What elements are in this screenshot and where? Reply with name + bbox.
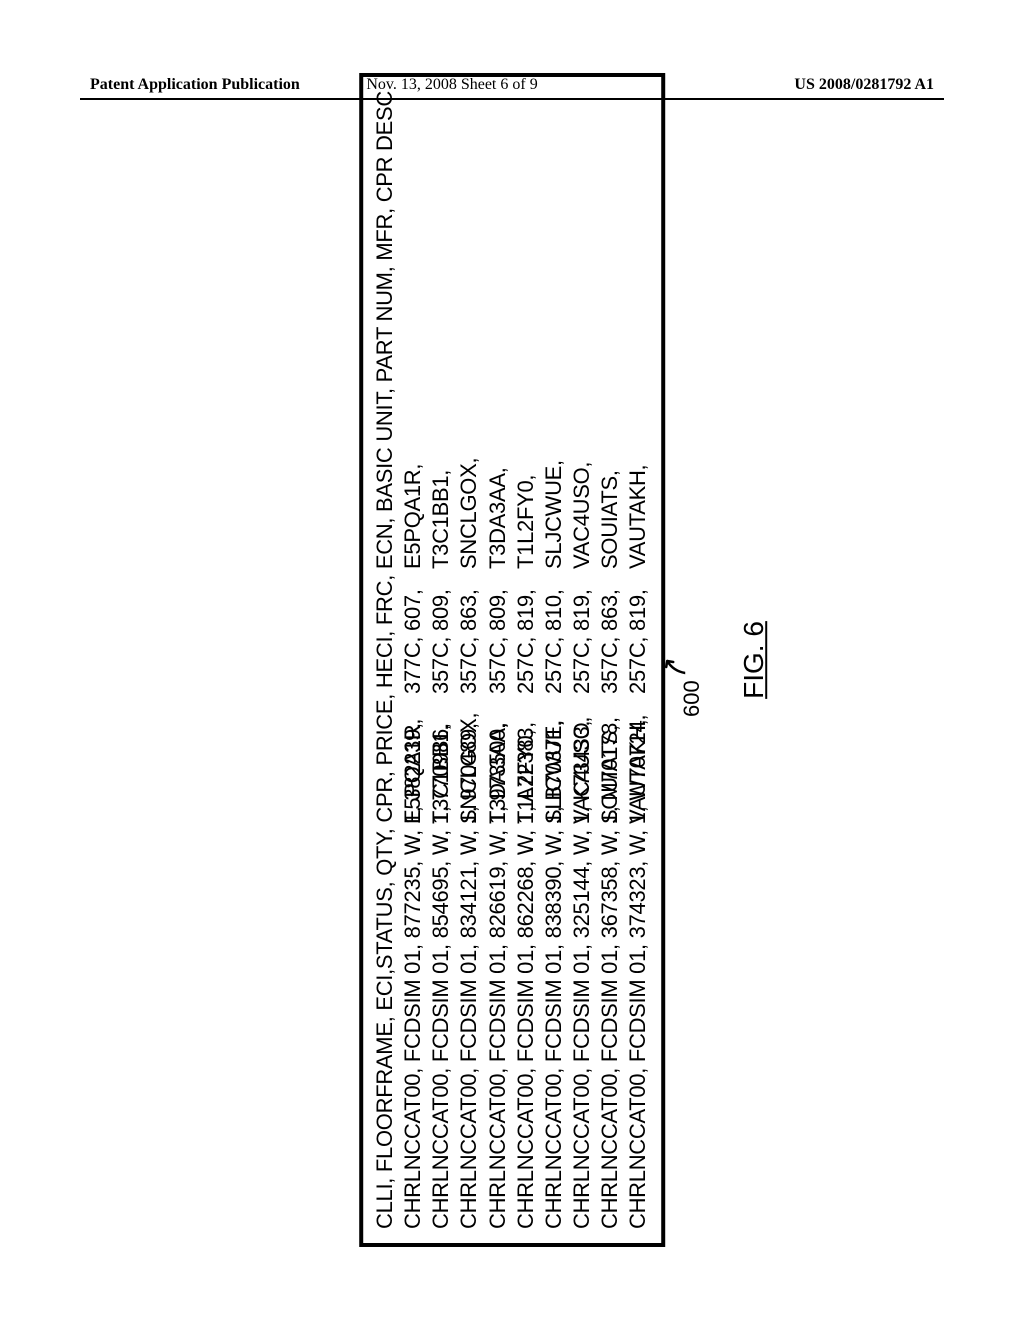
cell: T1L2FY0, xyxy=(512,694,540,824)
cell: 357C, 863, xyxy=(456,569,484,694)
cell: T3C1BB1, xyxy=(428,694,456,824)
table-row: CHRLNCCAT00, FCDSIM 01, 826619, W, 1, 97… xyxy=(484,91,512,1229)
table-row: CHRLNCCAT00, FCDSIM 01, 325144, W, 1, K7… xyxy=(568,91,596,1229)
reference-number: 600 xyxy=(679,680,705,717)
cell: T3C1BB1, xyxy=(428,449,456,569)
header-right: US 2008/0281792 A1 xyxy=(794,76,934,94)
cell: SNCLGOX, xyxy=(456,694,484,824)
table-row: CHRLNCCAT00, FCDSIM 01, 374323, W, 1, W7… xyxy=(625,91,653,1229)
cell: 257C, 819, xyxy=(568,569,596,694)
table-row: CHRLNCCAT00, FCDSIM 01, 862268, W, 1, A7… xyxy=(512,91,540,1229)
cell: T3DA3AA, xyxy=(484,694,512,824)
table-row: CHRLNCCAT00, FCDSIM 01, 838390, W, 1, B7… xyxy=(540,91,568,1229)
table-row: CHRLNCCAT00, FCDSIM 01, 834121, W, 1, 97… xyxy=(456,91,484,1229)
cell: 377C, 607, xyxy=(399,569,427,694)
cell: 257C, 819, xyxy=(512,569,540,694)
cell: CHRLNCCAT00, FCDSIM 01, 838390, W, 1, B7… xyxy=(540,824,568,1229)
table-row: CHRLNCCAT00, FCDSIM 01, 877235, W, 1, 38… xyxy=(399,91,427,1229)
cell: CHRLNCCAT00, FCDSIM 01, 834121, W, 1, 97… xyxy=(456,824,484,1229)
table-header-row: CLLI, FLOORFRAME, ECI,STATUS, QTY, CPR, … xyxy=(371,91,399,1229)
cell: 357C, 809, xyxy=(428,569,456,694)
cell: T1L2FY0, xyxy=(512,449,540,569)
header-left: Patent Application Publication xyxy=(90,76,300,94)
cell: VAC4USO, xyxy=(568,449,596,569)
cell: VAUTAKH, xyxy=(625,694,653,824)
cell: 357C, 863, xyxy=(596,569,624,694)
table-row: CHRLNCCAT00, FCDSIM 01, 854695, W, 1, 77… xyxy=(428,91,456,1229)
cell: SLICWUE, xyxy=(540,694,568,824)
cell: SOUIATS, xyxy=(596,449,624,569)
figure-6-container: CLLI, FLOORFRAME, ECI,STATUS, QTY, CPR, … xyxy=(359,73,665,1247)
cell: 257C, 819, xyxy=(625,569,653,694)
cell: SLJCWUE, xyxy=(540,449,568,569)
cell: CHRLNCCAT00, FCDSIM 01, 325144, W, 1, K7… xyxy=(568,824,596,1229)
cell: 257C, 810, xyxy=(540,569,568,694)
cell: CHRLNCCAT00, FCDSIM 01, 862268, W, 1, A7… xyxy=(512,824,540,1229)
cell: CHRLNCCAT00, FCDSIM 01, 374323, W, 1, W7… xyxy=(625,824,653,1229)
cell: E5PQA1R, xyxy=(399,694,427,824)
header-text: CLLI, FLOORFRAME, ECI,STATUS, QTY, CPR, … xyxy=(371,91,399,1229)
cell: CHRLNCCAT00, FCDSIM 01, 854695, W, 1, 77… xyxy=(428,824,456,1229)
reference-arrow-icon xyxy=(663,657,685,675)
cell: VAC4USO, xyxy=(568,694,596,824)
cell: E5PQA1R, xyxy=(399,449,427,569)
table-row: CHRLNCCAT00, FCDSIM 01, 367358, W, 1, M7… xyxy=(596,91,624,1229)
cell: CHRLNCCAT00, FCDSIM 01, 826619, W, 1, 97… xyxy=(484,824,512,1229)
data-table-box: CLLI, FLOORFRAME, ECI,STATUS, QTY, CPR, … xyxy=(359,73,665,1247)
cell: VAUTAKH, xyxy=(625,449,653,569)
cell: CHRLNCCAT00, FCDSIM 01, 367358, W, 1, M7… xyxy=(596,824,624,1229)
cell: 357C, 809, xyxy=(484,569,512,694)
cell: SNCLGOX, xyxy=(456,449,484,569)
cell: SOUIATS, xyxy=(596,694,624,824)
cell: T3DA3AA, xyxy=(484,449,512,569)
figure-caption: FIG. 6 xyxy=(738,73,770,1247)
cell: CHRLNCCAT00, FCDSIM 01, 877235, W, 1, 38… xyxy=(399,824,427,1229)
